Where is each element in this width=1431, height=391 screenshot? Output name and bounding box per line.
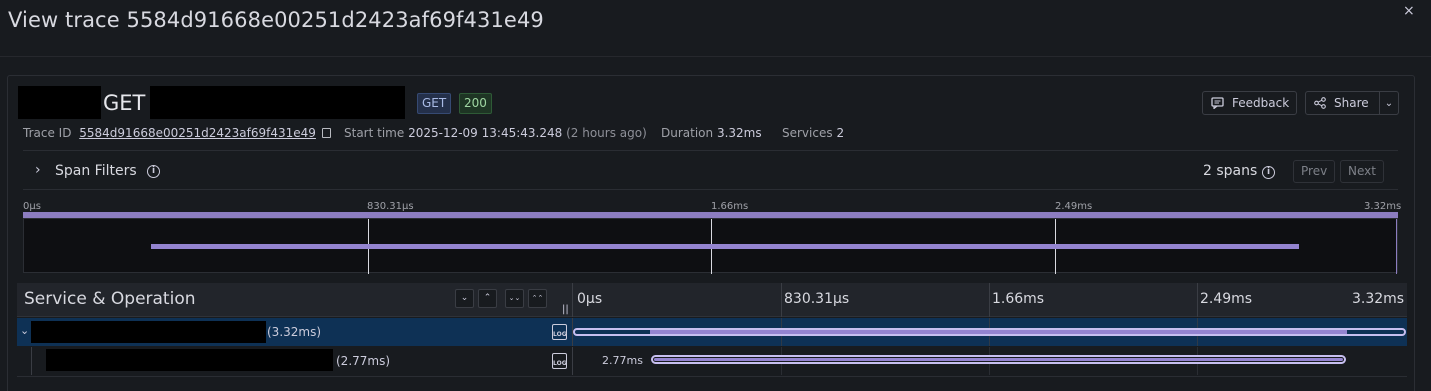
share-button[interactable]: Share ⌄ [1305,91,1399,115]
expand-one-button[interactable]: ⌃ [478,289,497,308]
tree-indent-line [31,347,32,375]
minimap[interactable] [23,218,1398,274]
close-icon[interactable]: × [1403,3,1415,19]
info-icon[interactable]: i [147,165,160,178]
span-row[interactable]: ⌄ (3.32ms) LOG [17,318,1407,346]
timeline-tick: 0µs [577,291,603,307]
next-button[interactable]: Next [1340,160,1384,183]
chevron-down-icon[interactable]: ⌄ [20,324,29,337]
child-span-overlay [650,330,1347,334]
spans-count: 2 spans [1203,163,1258,179]
timeline-tick: 830.31µs [784,291,850,307]
span-bar-label: 2.77ms [602,354,643,367]
minimap-tick: 0µs [23,201,41,212]
trace-id-meta: Trace ID 5584d91668e00251d2423af69f431e4… [23,126,331,140]
divider [0,56,1431,57]
services-label: Services [782,126,833,140]
services-meta: Services 2 [782,126,844,140]
method-badge: GET [417,93,452,114]
timeline-gridline [1197,283,1198,317]
timeline-tick: 2.49ms [1200,291,1253,307]
span-name-cell[interactable]: ⌄ (3.32ms) LOG [17,318,572,346]
status-badge: 200 [459,93,492,114]
redacted-service-name [18,86,101,119]
trace-id-label: Trace ID [23,126,72,140]
start-time-label: Start time [344,126,405,140]
service-operation-heading: Service & Operation [24,289,196,309]
share-icon [1314,97,1326,109]
resize-grip-icon[interactable]: || [562,304,569,315]
duration-meta: Duration 3.32ms [661,126,762,140]
column-divider [572,347,573,375]
timeline-gridline [781,283,782,317]
minimap-tick: 2.49ms [1055,201,1093,212]
prev-button[interactable]: Prev [1293,160,1336,183]
expand-all-button[interactable]: ⌃⌃ [528,289,547,308]
timeline-header: Service & Operation ⌄ ⌃ ⌄⌄ ⌃⌃ || 0µs 830… [17,283,1407,317]
copy-icon[interactable] [321,128,331,138]
timeline-gridline [989,283,990,317]
minimap-tick: 1.66ms [711,201,749,212]
start-time-relative: (2 hours ago) [566,126,647,140]
log-icon[interactable]: LOG [552,324,567,340]
feedback-button[interactable]: Feedback [1202,91,1297,115]
span-filters-toggle[interactable]: Span Filters [55,163,137,179]
minimap-tick: 3.32ms [1364,201,1402,212]
span-name-cell[interactable]: (2.77ms) LOG [17,347,572,375]
span-filters-bar: › Span Filters i 2 spans i Prev Next [23,150,1398,190]
span-duration: (2.77ms) [336,354,391,368]
info-icon[interactable]: i [1262,166,1275,179]
minimap-tick: 830.31µs [367,201,414,212]
chevron-down-icon[interactable]: ⌄ [1380,98,1398,109]
span-row[interactable]: (2.77ms) LOG 2.77ms [17,347,1407,375]
log-icon[interactable]: LOG [552,353,567,369]
timeline-tick: 3.32ms [1352,291,1405,307]
redacted-span-name [46,349,333,371]
feedback-label: Feedback [1232,96,1290,110]
share-label: Share [1334,96,1369,110]
redacted-trace-path [150,86,405,119]
divider [17,376,1407,377]
page-title: View trace 5584d91668e00251d2423af69f431… [8,8,544,32]
comment-icon [1211,97,1224,109]
minimap-span-bar [151,244,1299,249]
span-bar[interactable] [651,355,1346,364]
duration-label: Duration [661,126,714,140]
start-time-meta: Start time 2025-12-09 13:45:43.248 (2 ho… [344,126,647,140]
chevron-right-icon[interactable]: › [35,162,41,178]
start-time-value: 2025-12-09 13:45:43.248 [408,126,563,140]
redacted-span-name [31,321,266,343]
services-value: 2 [836,126,845,140]
collapse-all-button[interactable]: ⌄⌄ [505,289,524,308]
collapse-one-button[interactable]: ⌄ [455,289,474,308]
timeline-tick: 1.66ms [992,291,1045,307]
column-divider[interactable] [572,283,573,317]
trace-method: GET [103,91,146,115]
trace-id-link[interactable]: 5584d91668e00251d2423af69f431e49 [79,126,316,140]
duration-value: 3.32ms [716,126,762,140]
minimap-handle[interactable] [1396,219,1397,274]
span-duration: (3.32ms) [267,325,322,339]
